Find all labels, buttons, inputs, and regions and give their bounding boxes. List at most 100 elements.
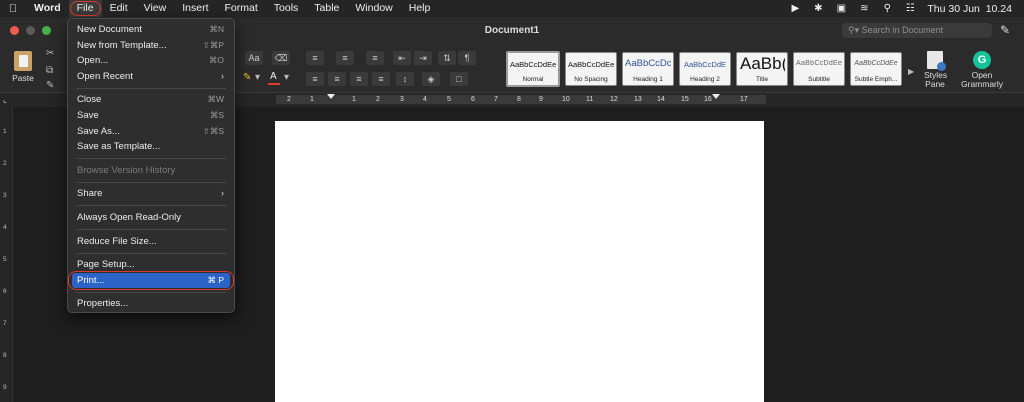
menu-table[interactable]: Table xyxy=(306,0,347,17)
vruler-tick: 9 xyxy=(3,384,7,391)
ruler-tick: 3 xyxy=(400,96,404,103)
font-color-dropdown-icon[interactable]: ▾ xyxy=(284,72,289,83)
menu-item-label: Save As... xyxy=(77,125,120,137)
paste-label: Paste xyxy=(12,73,34,83)
left-indent-marker[interactable] xyxy=(327,94,335,99)
open-grammarly-button[interactable]: G Open Grammarly xyxy=(961,51,1003,89)
align-right-icon[interactable]: ≡ xyxy=(350,72,368,86)
menu-item-shortcut: ⌘O xyxy=(208,55,224,66)
highlight-color-icon[interactable]: ✎ xyxy=(243,72,251,83)
menu-file[interactable]: File xyxy=(68,0,102,17)
styles-more-arrow-icon[interactable]: ▶ xyxy=(908,67,914,76)
right-indent-marker[interactable] xyxy=(712,94,720,99)
menu-format[interactable]: Format xyxy=(217,0,266,17)
increase-indent-icon[interactable]: ⇥ xyxy=(414,51,432,65)
menu-item-always-open-read-only[interactable]: Always Open Read-Only xyxy=(68,210,234,226)
apple-icon[interactable]:  xyxy=(0,3,26,15)
menu-item-reduce-file-size[interactable]: Reduce File Size... xyxy=(68,234,234,250)
borders-icon[interactable]: □ xyxy=(450,72,468,86)
vertical-ruler[interactable]: 1 2 3 4 5 6 7 8 9 xyxy=(0,107,13,402)
style-no-spacing[interactable]: AaBbCcDdEe No Spacing xyxy=(565,52,617,86)
menu-item-new-document[interactable]: New Document ⌘N xyxy=(68,22,234,38)
menu-item-save-as-template[interactable]: Save as Template... xyxy=(68,139,234,155)
style-name: Normal xyxy=(522,76,544,83)
play-circle-icon[interactable]: ▶ xyxy=(789,3,801,14)
style-sample: AaBbCcDdEe xyxy=(510,60,556,69)
document-page[interactable] xyxy=(275,121,764,402)
styles-pane-icon xyxy=(927,51,946,71)
align-center-icon[interactable]: ≡ xyxy=(328,72,346,86)
justify-icon[interactable]: ≡ xyxy=(372,72,390,86)
sort-icon[interactable]: ⇅ xyxy=(438,51,456,65)
font-color-icon[interactable]: A xyxy=(270,71,277,82)
menu-window[interactable]: Window xyxy=(347,0,400,17)
copy-icon[interactable]: ⧉ xyxy=(46,65,53,76)
menu-view[interactable]: View xyxy=(136,0,175,17)
style-name: Heading 1 xyxy=(633,76,663,83)
menu-item-share[interactable]: Share › xyxy=(68,186,234,202)
menu-item-print[interactable]: Print... ⌘ P xyxy=(68,270,234,290)
menu-item-properties[interactable]: Properties... xyxy=(68,296,234,312)
menu-item-save[interactable]: Save ⌘S xyxy=(68,108,234,124)
style-heading-2[interactable]: AaBbCcDdE Heading 2 xyxy=(679,52,731,86)
style-normal[interactable]: AaBbCcDdEe Normal xyxy=(506,51,560,87)
style-title[interactable]: AaBb( Title xyxy=(736,52,788,86)
search-in-document-input[interactable]: ⚲▾ Search in Document xyxy=(842,23,992,38)
decrease-indent-icon[interactable]: ⇤ xyxy=(393,51,411,65)
tab-selector-icon[interactable]: ⌞ xyxy=(3,95,7,104)
align-left-icon[interactable]: ≡ xyxy=(306,72,324,86)
share-icon[interactable]: ✎ xyxy=(1000,23,1014,37)
line-spacing-icon[interactable]: ↕ xyxy=(396,72,414,86)
style-subtitle[interactable]: AaBbCcDdEe Subtitle xyxy=(793,52,845,86)
bullets-icon[interactable]: ≡ xyxy=(306,51,324,65)
menubar-clock[interactable]: Thu 30 Jun 10.24 xyxy=(927,3,1012,15)
file-menu-dropdown: New Document ⌘N New from Template... ⇧⌘P… xyxy=(67,18,235,313)
ruler-tick: 15 xyxy=(681,96,689,103)
menu-item-label: New Document xyxy=(77,24,142,35)
paste-button[interactable]: Paste xyxy=(10,51,36,83)
style-subtle-emphasis[interactable]: AaBbCcDdEe Subtle Emph... xyxy=(850,52,902,86)
scissors-icon[interactable]: ✂ xyxy=(46,48,54,59)
change-case-icon[interactable]: Aa xyxy=(245,51,263,65)
show-formatting-icon[interactable]: ¶ xyxy=(458,51,476,65)
style-sample: AaBbCcDc xyxy=(625,58,671,69)
ruler-tick: 1 xyxy=(310,96,314,103)
menu-app-word[interactable]: Word xyxy=(26,0,69,17)
styles-pane-label: Styles Pane xyxy=(924,70,948,89)
shading-icon[interactable]: ◈ xyxy=(422,72,440,86)
menu-item-label: Page Setup... xyxy=(77,259,135,271)
style-name: Subtitle xyxy=(808,76,830,83)
bluetooth-icon[interactable]: ✱ xyxy=(812,3,824,14)
menu-separator xyxy=(76,252,226,254)
ruler-tick: 17 xyxy=(740,96,748,103)
menu-insert[interactable]: Insert xyxy=(174,0,216,17)
ruler-tick: 8 xyxy=(517,96,521,103)
menu-item-shortcut: ⌘S xyxy=(209,109,224,120)
style-name: Subtle Emph... xyxy=(854,76,898,83)
menu-help[interactable]: Help xyxy=(401,0,439,17)
menu-item-save-as[interactable]: Save As... ⇧⌘S xyxy=(68,124,234,140)
menu-item-browse-version-history: Browse Version History xyxy=(68,163,234,179)
menu-item-close[interactable]: Close ⌘W xyxy=(68,92,234,108)
clear-formatting-icon[interactable]: ⌫ xyxy=(272,51,290,65)
screen-mirroring-icon[interactable]: ▣ xyxy=(835,3,847,14)
highlight-dropdown-icon[interactable]: ▾ xyxy=(255,72,260,83)
format-painter-icon[interactable]: ✎ xyxy=(46,80,54,91)
menu-edit[interactable]: Edit xyxy=(102,0,136,17)
menu-item-open-recent[interactable]: Open Recent › xyxy=(68,69,234,85)
multilevel-list-icon[interactable]: ≡ xyxy=(366,51,384,65)
control-center-icon[interactable]: ☷ xyxy=(904,3,916,14)
menu-item-open[interactable]: Open... ⌘O xyxy=(68,53,234,69)
spotlight-search-icon[interactable]: ⚲ xyxy=(881,3,893,14)
menu-item-new-from-template[interactable]: New from Template... ⇧⌘P xyxy=(68,38,234,54)
numbering-icon[interactable]: ≡ xyxy=(336,51,354,65)
wifi-icon[interactable]: ≋ xyxy=(858,3,870,14)
style-heading-1[interactable]: AaBbCcDc Heading 1 xyxy=(622,52,674,86)
vruler-tick: 2 xyxy=(3,160,7,167)
ruler-tick: 12 xyxy=(610,96,618,103)
submenu-arrow-icon: › xyxy=(221,188,224,199)
menu-item-label: Share xyxy=(77,188,103,200)
menu-tools[interactable]: Tools xyxy=(266,0,307,17)
styles-pane-button[interactable]: Styles Pane xyxy=(924,51,948,89)
style-name: Heading 2 xyxy=(690,76,720,83)
